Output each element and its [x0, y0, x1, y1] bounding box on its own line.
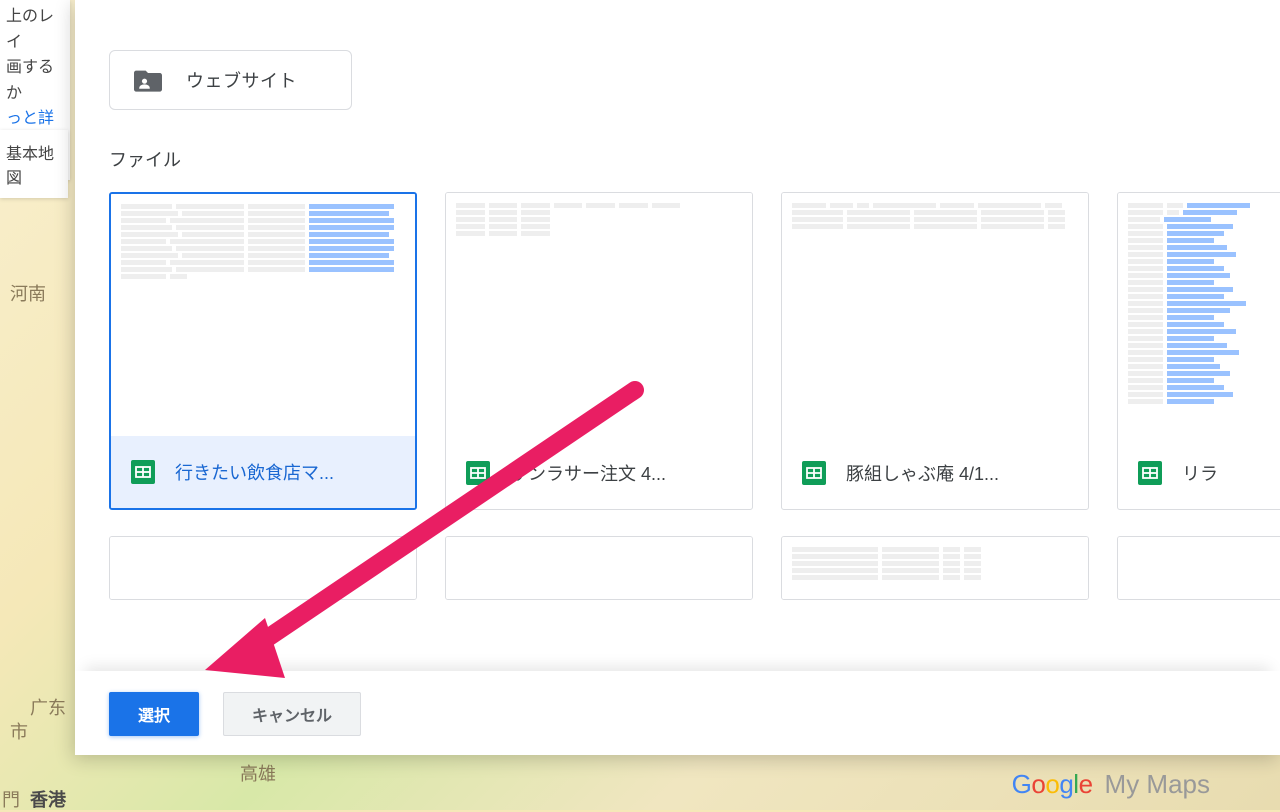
sidebar-text-2: 画するか — [6, 55, 64, 106]
file-name: リラ — [1182, 460, 1218, 486]
file-card-peek[interactable] — [1117, 536, 1280, 600]
file-name: 行きたい飲食店マ... — [175, 459, 334, 485]
file-card-4[interactable]: リラ — [1117, 192, 1280, 510]
folder-label: ウェブサイト — [186, 67, 297, 93]
button-bar: 選択 キャンセル — [75, 671, 1280, 755]
watermark-mymaps: My Maps — [1105, 769, 1210, 800]
file-preview — [111, 194, 415, 436]
file-preview — [1118, 193, 1280, 437]
file-card-3[interactable]: 豚組しゃぶ庵 4/1... — [781, 192, 1089, 510]
file-footer: サンラサー注文 4... — [446, 437, 752, 509]
file-card-peek[interactable] — [445, 536, 753, 600]
map-label-men: 門 — [2, 786, 20, 812]
map-label-guangdong: 广东 — [30, 694, 66, 720]
file-card-peek[interactable] — [109, 536, 417, 600]
cancel-button[interactable]: キャンセル — [223, 692, 361, 736]
select-button[interactable]: 選択 — [109, 692, 199, 736]
file-preview — [1118, 537, 1280, 599]
file-preview — [446, 537, 752, 599]
file-card-2[interactable]: サンラサー注文 4... — [445, 192, 753, 510]
map-label-hongkong: 香港 — [30, 786, 66, 812]
files-section-title: ファイル — [109, 146, 1280, 172]
file-name: 豚組しゃぶ庵 4/1... — [846, 460, 999, 486]
file-row-1: 行きたい飲食店マ... — [109, 192, 1280, 510]
file-card-1[interactable]: 行きたい飲食店マ... — [109, 192, 417, 510]
shared-folder-icon — [134, 68, 162, 92]
file-card-peek[interactable] — [781, 536, 1089, 600]
map-label-gaoxiong: 高雄 — [240, 760, 276, 786]
file-preview — [446, 193, 752, 437]
google-sheets-icon — [1138, 461, 1162, 485]
google-sheets-icon — [131, 460, 155, 484]
file-footer: 豚組しゃぶ庵 4/1... — [782, 437, 1088, 509]
map-label-henan: 河南 — [10, 280, 46, 306]
google-sheets-icon — [466, 461, 490, 485]
sidebar-text-1: 上のレイ — [6, 4, 64, 55]
file-preview — [782, 537, 1088, 599]
file-row-2 — [109, 536, 1280, 600]
file-preview — [110, 537, 416, 599]
file-picker-body: ウェブサイト ファイル — [75, 0, 1280, 671]
file-name: サンラサー注文 4... — [510, 460, 666, 486]
file-picker-dialog: ウェブサイト ファイル — [75, 0, 1280, 755]
google-sheets-icon — [802, 461, 826, 485]
map-label-shi: 市 — [10, 718, 28, 744]
google-my-maps-watermark: Google My Maps — [1012, 769, 1210, 800]
file-footer: リラ — [1118, 437, 1280, 509]
file-preview — [782, 193, 1088, 437]
file-footer: 行きたい飲食店マ... — [111, 436, 415, 508]
folder-chip-websites[interactable]: ウェブサイト — [109, 50, 352, 110]
basemap-fragment[interactable]: 基本地図 — [0, 130, 68, 198]
